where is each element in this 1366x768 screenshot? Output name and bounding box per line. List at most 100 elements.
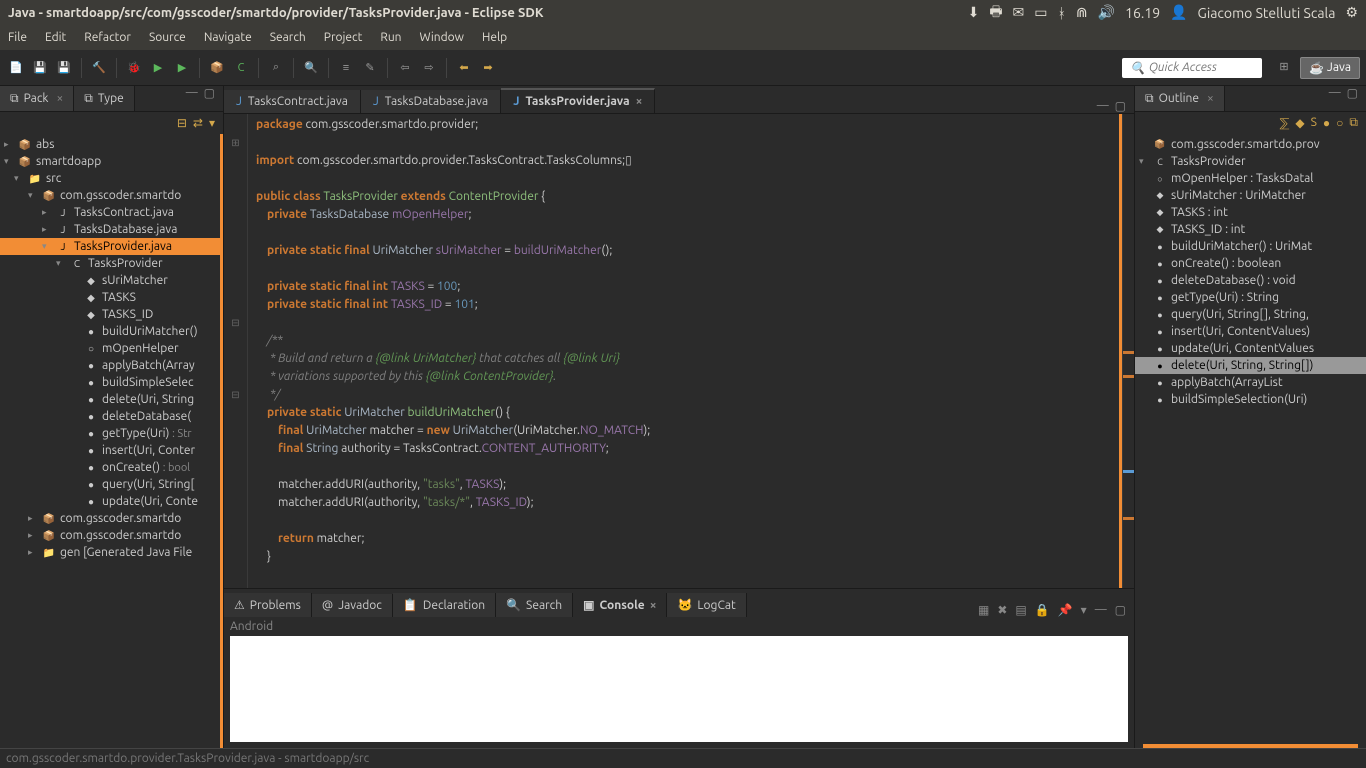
minimize-icon[interactable]: — bbox=[1097, 99, 1109, 113]
outline-item[interactable]: ▾CTasksProvider bbox=[1135, 153, 1366, 170]
hide-nonpublic-icon[interactable]: ● bbox=[1323, 116, 1330, 130]
console-output[interactable] bbox=[230, 636, 1128, 742]
open-perspective-button[interactable]: ⊞ bbox=[1274, 57, 1294, 77]
close-icon[interactable]: × bbox=[650, 599, 657, 612]
menu-search[interactable]: Search bbox=[270, 31, 306, 44]
focus-icon[interactable]: ⧉ bbox=[1349, 116, 1358, 130]
tree-item[interactable]: ●query(Uri, String[ bbox=[0, 476, 220, 493]
tree-item[interactable]: ▸📦com.gsscoder.smartdo bbox=[0, 510, 220, 527]
bottom-tab-search[interactable]: 🔍Search bbox=[496, 593, 573, 617]
tree-item[interactable]: ▸JTasksContract.java bbox=[0, 204, 220, 221]
volume-icon[interactable]: 🔊 bbox=[1098, 4, 1115, 21]
tree-item[interactable]: ◆sUriMatcher bbox=[0, 272, 220, 289]
view-tab-pack[interactable]: ⧉Pack× bbox=[0, 86, 74, 111]
battery-icon[interactable]: ▭ bbox=[1034, 4, 1047, 21]
tree-item[interactable]: ▸📁gen [Generated Java File bbox=[0, 544, 220, 561]
link-editor-icon[interactable]: ⇄ bbox=[193, 116, 203, 130]
outline-tab[interactable]: ⧉ Outline × bbox=[1135, 86, 1225, 111]
tree-item[interactable]: ▸📦com.gsscoder.smartdo bbox=[0, 527, 220, 544]
outline-item[interactable]: 📦com.gsscoder.smartdo.prov bbox=[1135, 136, 1366, 153]
view-menu-icon[interactable]: ▾ bbox=[209, 116, 215, 130]
menu-edit[interactable]: Edit bbox=[45, 31, 66, 44]
new-package-button[interactable]: 📦 bbox=[207, 58, 227, 78]
expand-icon[interactable]: ▸ bbox=[28, 513, 38, 524]
outline-tree[interactable]: 📦com.gsscoder.smartdo.prov▾CTasksProvide… bbox=[1135, 134, 1366, 740]
outline-item[interactable]: ●insert(Uri, ContentValues) bbox=[1135, 323, 1366, 340]
tree-item[interactable]: ▸JTasksDatabase.java bbox=[0, 221, 220, 238]
java-perspective-button[interactable]: ☕ Java bbox=[1300, 57, 1360, 79]
display-icon[interactable]: ▾ bbox=[1081, 603, 1087, 617]
hide-fields-icon[interactable]: ◆ bbox=[1295, 116, 1304, 130]
close-icon[interactable]: × bbox=[56, 92, 63, 105]
outline-item[interactable]: ◆sUriMatcher : UriMatcher bbox=[1135, 187, 1366, 204]
minimize-icon[interactable]: — bbox=[186, 86, 198, 111]
save-all-button[interactable]: 💾 bbox=[54, 58, 74, 78]
menu-file[interactable]: File bbox=[8, 31, 27, 44]
menu-refactor[interactable]: Refactor bbox=[84, 31, 131, 44]
expand-icon[interactable]: ▾ bbox=[42, 241, 52, 252]
wifi-icon[interactable]: ⋒ bbox=[1076, 4, 1088, 21]
pin-icon[interactable]: 📌 bbox=[1058, 603, 1073, 617]
expand-icon[interactable]: ▸ bbox=[4, 139, 14, 150]
tree-item[interactable]: ◆TASKS bbox=[0, 289, 220, 306]
next-annotation-button[interactable]: ⇨ bbox=[419, 58, 439, 78]
scroll-lock-icon[interactable]: 🔒 bbox=[1035, 603, 1050, 617]
menu-navigate[interactable]: Navigate bbox=[204, 31, 252, 44]
expand-icon[interactable]: ▸ bbox=[28, 547, 38, 558]
expand-icon[interactable]: ▾ bbox=[56, 258, 66, 269]
username[interactable]: Giacomo Stelluti Scala bbox=[1198, 5, 1336, 21]
menu-source[interactable]: Source bbox=[149, 31, 186, 44]
tree-item[interactable]: ▾📁src bbox=[0, 170, 220, 187]
collapse-all-icon[interactable]: ⊟ bbox=[177, 116, 187, 130]
printer-icon[interactable]: 🖶 bbox=[989, 1, 1002, 25]
overview-ruler[interactable] bbox=[1122, 114, 1134, 588]
tree-item[interactable]: ▾📦smartdoapp bbox=[0, 153, 220, 170]
code-content[interactable]: package com.gsscoder.smartdo.provider; i… bbox=[248, 114, 1122, 588]
prev-annotation-button[interactable]: ⇦ bbox=[395, 58, 415, 78]
expand-icon[interactable]: ▾ bbox=[4, 156, 14, 167]
tree-item[interactable]: ●applyBatch(Array bbox=[0, 357, 220, 374]
tree-item[interactable]: ●update(Uri, Conte bbox=[0, 493, 220, 510]
bottom-tab-problems[interactable]: ⚠Problems bbox=[224, 593, 312, 617]
outline-item[interactable]: ◆TASKS_ID : int bbox=[1135, 221, 1366, 238]
toggle-breadcrumb-button[interactable]: ≡ bbox=[336, 58, 356, 78]
fold-icon[interactable]: ⊟ bbox=[224, 386, 247, 404]
run-last-button[interactable]: ▶ bbox=[172, 58, 192, 78]
forward-button[interactable]: ➡ bbox=[478, 58, 498, 78]
tree-item[interactable]: ●insert(Uri, Conter bbox=[0, 442, 220, 459]
clear-icon[interactable]: ▤ bbox=[1015, 603, 1026, 617]
gutter[interactable]: ⊞⊟⊟ bbox=[224, 114, 248, 588]
bottom-tab-logcat[interactable]: 🐱LogCat bbox=[667, 593, 746, 617]
expand-icon[interactable]: ▾ bbox=[14, 173, 24, 184]
tree-item[interactable]: ●buildUriMatcher() bbox=[0, 323, 220, 340]
tree-item[interactable]: ●deleteDatabase( bbox=[0, 408, 220, 425]
outline-item[interactable]: ●buildSimpleSelection(Uri) bbox=[1135, 391, 1366, 408]
expand-icon[interactable]: ▾ bbox=[1139, 156, 1149, 167]
toggle-mark-button[interactable]: ✎ bbox=[360, 58, 380, 78]
tree-item[interactable]: ▾JTasksProvider.java bbox=[0, 238, 220, 255]
new-class-button[interactable]: C bbox=[231, 58, 251, 78]
menu-project[interactable]: Project bbox=[324, 31, 363, 44]
editor-tab[interactable]: JTasksDatabase.java bbox=[361, 90, 501, 113]
outline-item[interactable]: ◆TASKS : int bbox=[1135, 204, 1366, 221]
outline-item[interactable]: ●update(Uri, ContentValues bbox=[1135, 340, 1366, 357]
build-button[interactable]: 🔨 bbox=[89, 58, 109, 78]
clock[interactable]: 16.19 bbox=[1125, 5, 1160, 21]
back-button[interactable]: ⬅ bbox=[454, 58, 474, 78]
search-button[interactable]: 🔍 bbox=[301, 58, 321, 78]
outline-item[interactable]: ●delete(Uri, String, String[]) bbox=[1135, 357, 1366, 374]
view-tab-type[interactable]: ⧉Type bbox=[74, 86, 134, 111]
maximize-icon[interactable]: ▢ bbox=[1115, 603, 1126, 617]
outline-item[interactable]: ○mOpenHelper : TasksDatal bbox=[1135, 170, 1366, 187]
sort-icon[interactable]: ⅀ bbox=[1280, 116, 1290, 130]
expand-icon[interactable]: ▾ bbox=[28, 190, 38, 201]
terminate-icon[interactable]: ▦ bbox=[978, 603, 989, 617]
tree-item[interactable]: ○mOpenHelper bbox=[0, 340, 220, 357]
bluetooth-icon[interactable]: ᚼ bbox=[1058, 5, 1066, 21]
fold-icon[interactable]: ⊟ bbox=[224, 314, 247, 332]
debug-button[interactable]: 🐞 bbox=[124, 58, 144, 78]
bottom-tab-declaration[interactable]: 📋Declaration bbox=[393, 593, 496, 617]
editor-tab[interactable]: JTasksContract.java bbox=[224, 90, 361, 113]
gear-icon[interactable]: ⚙ bbox=[1345, 4, 1358, 21]
tree-item[interactable]: ●getType(Uri) : Str bbox=[0, 425, 220, 442]
